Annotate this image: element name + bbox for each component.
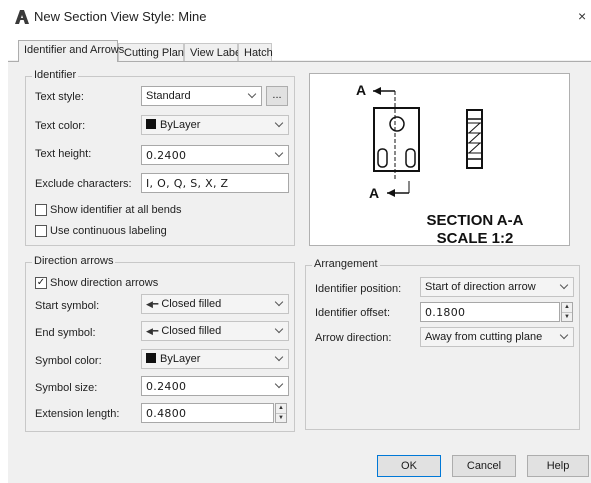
color-swatch: [146, 119, 156, 129]
continuous-labeling-label: Use continuous labeling: [50, 225, 167, 237]
closed-filled-arrow-icon: ◀━: [146, 299, 159, 309]
symbol-color-label: Symbol color:: [35, 355, 102, 367]
text-color-label: Text color:: [35, 120, 86, 132]
show-direction-arrows-checkbox[interactable]: ✓: [35, 277, 47, 289]
symbol-color-select[interactable]: ByLayer: [141, 349, 289, 369]
arrow-direction-select[interactable]: Away from cutting plane: [420, 327, 574, 347]
chevron-down-icon: [274, 352, 284, 362]
symbol-size-value: 0.2400: [146, 380, 187, 393]
ok-button[interactable]: OK: [377, 455, 441, 477]
arrangement-group-title: Arrangement: [312, 258, 380, 270]
spin-down-icon[interactable]: ▼: [562, 312, 572, 321]
text-height-value: 0.2400: [146, 149, 187, 162]
show-at-bends-checkbox[interactable]: [35, 204, 47, 216]
identifier-group-title: Identifier: [32, 69, 79, 81]
spin-up-icon[interactable]: ▲: [276, 404, 286, 413]
section-preview-drawing: A A SECTION A-A SCALE 1:2: [356, 82, 524, 246]
chevron-down-icon: [274, 148, 284, 158]
color-swatch: [146, 353, 156, 363]
start-symbol-select[interactable]: ◀━ Closed filled: [141, 294, 289, 314]
show-direction-arrows-label: Show direction arrows: [50, 277, 159, 289]
spin-up-icon[interactable]: ▲: [562, 303, 572, 312]
end-symbol-value: Closed filled: [161, 325, 222, 337]
text-height-combo[interactable]: 0.2400: [141, 145, 289, 165]
extension-length-spinner[interactable]: ▲ ▼: [275, 403, 287, 423]
chevron-down-icon: [274, 379, 284, 389]
text-style-label: Text style:: [35, 91, 84, 103]
identifier-position-select[interactable]: Start of direction arrow: [420, 277, 574, 297]
chevron-down-icon: [274, 324, 284, 334]
cancel-button[interactable]: Cancel: [452, 455, 516, 477]
text-style-browse-button[interactable]: ...: [266, 86, 288, 106]
identifier-position-value: Start of direction arrow: [425, 281, 536, 293]
chevron-down-icon: [559, 330, 569, 340]
exclude-characters-label: Exclude characters:: [35, 178, 132, 190]
text-style-value: Standard: [146, 90, 191, 102]
preview-caption-line1: SECTION A-A: [427, 212, 524, 229]
identifier-offset-spinner[interactable]: ▲ ▼: [561, 302, 573, 322]
text-style-select[interactable]: Standard: [141, 86, 262, 106]
symbol-size-combo[interactable]: 0.2400: [141, 376, 289, 396]
preview-caption-line2: SCALE 1:2: [437, 230, 514, 246]
text-height-label: Text height:: [35, 148, 92, 160]
chevron-down-icon: [247, 89, 257, 99]
tab-cutting-plane[interactable]: Cutting Plane: [118, 43, 190, 61]
chevron-down-icon: [274, 297, 284, 307]
autocad-a-icon: [15, 10, 29, 24]
spin-down-icon[interactable]: ▼: [276, 413, 286, 422]
direction-arrows-group-title: Direction arrows: [32, 255, 116, 267]
closed-filled-arrow-icon: ◀━: [146, 326, 159, 336]
identifier-offset-input[interactable]: 0.1800: [420, 302, 560, 322]
extension-length-input[interactable]: 0.4800: [141, 403, 274, 423]
arrow-direction-label: Arrow direction:: [315, 332, 392, 344]
end-symbol-select[interactable]: ◀━ Closed filled: [141, 321, 289, 341]
continuous-labeling-checkbox[interactable]: [35, 225, 47, 237]
help-button[interactable]: Help: [527, 455, 589, 477]
chevron-down-icon: [559, 280, 569, 290]
arrow-direction-value: Away from cutting plane: [425, 331, 543, 343]
chevron-down-icon: [274, 118, 284, 128]
start-symbol-value: Closed filled: [161, 298, 222, 310]
close-icon[interactable]: ×: [578, 8, 586, 24]
tab-identifier-and-arrows[interactable]: Identifier and Arrows: [18, 40, 124, 62]
show-at-bends-label: Show identifier at all bends: [50, 204, 182, 216]
text-color-value: ByLayer: [160, 119, 201, 131]
preview-label-bottom: A: [369, 185, 379, 201]
extension-length-label: Extension length:: [35, 408, 120, 420]
text-color-select[interactable]: ByLayer: [141, 115, 289, 135]
identifier-offset-label: Identifier offset:: [315, 307, 391, 319]
start-symbol-label: Start symbol:: [35, 300, 100, 312]
preview-label-top: A: [356, 82, 366, 98]
identifier-position-label: Identifier position:: [315, 283, 402, 295]
tab-view-label[interactable]: View Label: [184, 43, 244, 61]
symbol-color-value: ByLayer: [160, 353, 201, 365]
end-symbol-label: End symbol:: [35, 327, 96, 339]
exclude-characters-input[interactable]: I, O, Q, S, X, Z: [141, 173, 289, 193]
window-title: New Section View Style: Mine: [34, 9, 207, 24]
symbol-size-label: Symbol size:: [35, 382, 98, 394]
tab-hatch[interactable]: Hatch: [238, 43, 273, 61]
